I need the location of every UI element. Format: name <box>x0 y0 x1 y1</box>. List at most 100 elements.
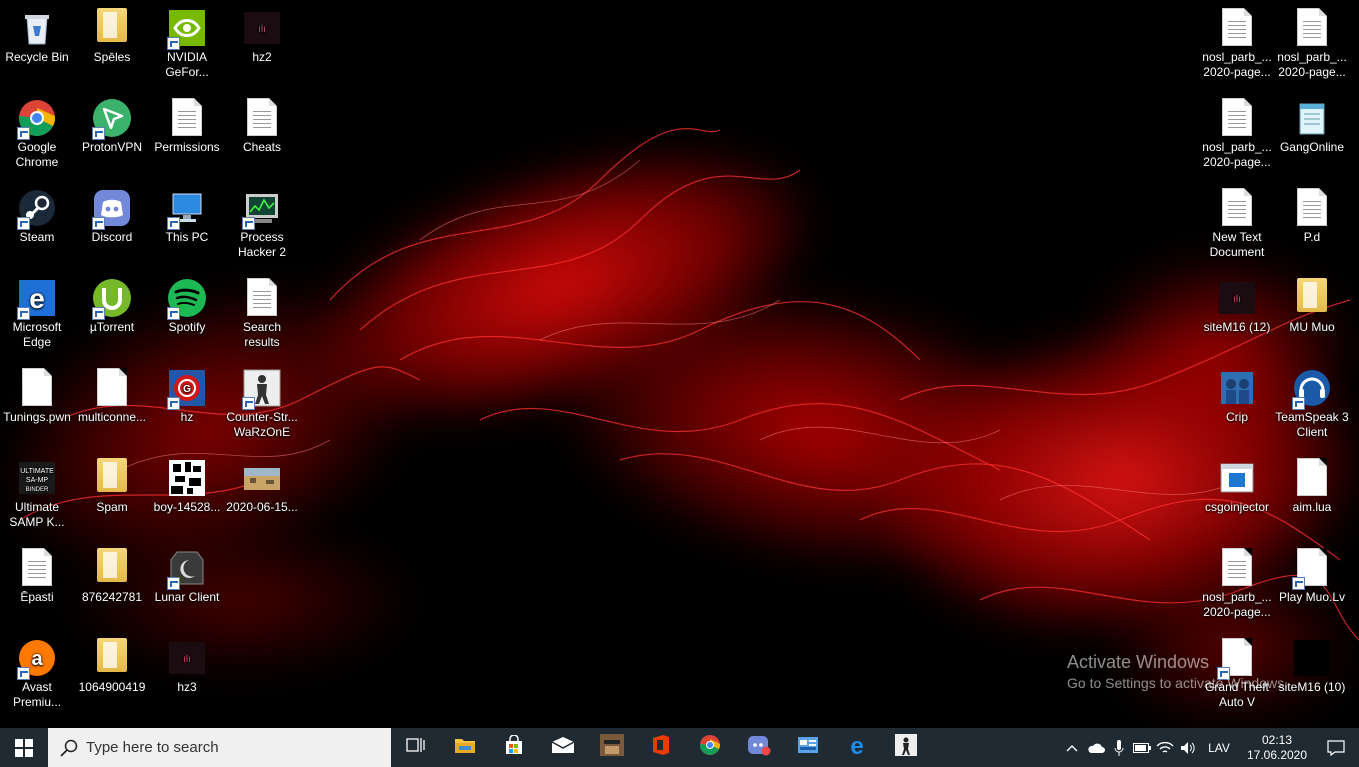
desktop-icon[interactable]: New Text Document <box>1200 182 1274 260</box>
document-page-icon <box>1292 8 1332 48</box>
desktop-icon[interactable]: aim.lua <box>1275 452 1349 515</box>
shortcut-arrow-icon <box>242 397 255 410</box>
desktop-icon[interactable]: ProtonVPN <box>75 92 149 155</box>
desktop-icon[interactable]: TeamSpeak 3 Client <box>1275 362 1349 440</box>
start-button[interactable] <box>0 728 48 767</box>
desktop-icon[interactable]: Google Chrome <box>0 92 74 170</box>
desktop-icon[interactable]: ULTIMATE SA-MP BINDER Ultimate SAMP K... <box>0 452 74 530</box>
taskbar-app-button[interactable] <box>783 728 832 767</box>
desktop-icon-label: MU Muo <box>1289 320 1335 334</box>
mail-icon <box>551 736 575 759</box>
desktop-icon[interactable]: 2020-06-15... <box>225 452 299 515</box>
text-document-icon <box>242 98 282 138</box>
desktop-icon[interactable]: Spam <box>75 452 149 515</box>
desktop-icon[interactable]: csgoinjector <box>1200 452 1274 515</box>
taskbar-app-button[interactable]: e <box>832 728 881 767</box>
task-view-icon <box>405 736 426 759</box>
chevron-up-icon <box>1066 744 1078 751</box>
edge-icon: e <box>846 733 868 761</box>
desktop-icon[interactable]: nosl_parb_... 2020-page... <box>1275 2 1349 80</box>
desktop-icon[interactable]: NVIDIA GeFor... <box>150 2 224 80</box>
desktop-icon-label: P.d <box>1303 230 1321 244</box>
desktop-icon[interactable]: boy-14528... <box>150 452 224 515</box>
desktop-icon[interactable]: Spēles <box>75 2 149 65</box>
desktop-icon[interactable]: ılı siteM16 (12) <box>1200 272 1274 335</box>
taskbar-app-button[interactable] <box>881 728 930 767</box>
desktop-icon[interactable]: Cheats <box>225 92 299 155</box>
taskbar-app-button[interactable] <box>685 728 734 767</box>
taskbar-app-button[interactable] <box>489 728 538 767</box>
input-language-button[interactable]: LAV <box>1203 728 1235 767</box>
desktop-icon[interactable]: This PC <box>150 182 224 245</box>
volume-button[interactable] <box>1176 728 1200 767</box>
taskbar-app-button[interactable] <box>538 728 587 767</box>
desktop[interactable]: Recycle Bin Spēles NVIDIA GeFor... ılı hz2 Go… <box>0 0 1359 728</box>
svg-text:BINDER: BINDER <box>26 487 49 493</box>
desktop-icon[interactable]: Search results <box>225 272 299 350</box>
desktop-icon[interactable]: Ēpasti <box>0 542 74 605</box>
desktop-icon[interactable]: Discord <box>75 182 149 245</box>
battery-button[interactable] <box>1130 728 1154 767</box>
desktop-icon[interactable]: ılı hz3 <box>150 632 224 695</box>
show-hidden-icons-button[interactable] <box>1060 728 1084 767</box>
desktop-icon[interactable]: µTorrent <box>75 272 149 335</box>
desktop-icon[interactable]: Ghz <box>150 362 224 425</box>
desktop-icon[interactable]: Tunings.pwn <box>0 362 74 425</box>
microphone-button[interactable] <box>1108 728 1130 767</box>
onedrive-button[interactable] <box>1084 728 1108 767</box>
speaker-icon <box>1181 741 1195 754</box>
desktop-icon[interactable]: Steam <box>0 182 74 245</box>
activation-watermark: Activate Windows Go to Settings to activ… <box>1067 652 1288 691</box>
microphone-icon <box>1114 739 1124 756</box>
taskbar-app-button[interactable] <box>734 728 783 767</box>
desktop-icon[interactable]: Process Hacker 2 <box>225 182 299 260</box>
text-document-icon <box>1292 188 1332 228</box>
microsoft-store-icon <box>503 734 525 760</box>
action-center-button[interactable] <box>1321 728 1351 767</box>
clock-button[interactable]: 02:13 17.06.2020 <box>1241 728 1313 767</box>
shortcut-arrow-icon <box>92 307 105 320</box>
desktop-icon[interactable]: Crip <box>1200 362 1274 425</box>
folder-icon <box>92 548 132 588</box>
file-explorer-icon <box>454 736 476 759</box>
shortcut-arrow-icon <box>17 217 30 230</box>
taskbar-app-button[interactable] <box>587 728 636 767</box>
search-box[interactable]: Type here to search <box>48 728 391 767</box>
desktop-icon[interactable]: nosl_parb_... 2020-page... <box>1200 542 1274 620</box>
desktop-icon-label: Steam <box>19 230 55 244</box>
desktop-icon[interactable]: Spotify <box>150 272 224 335</box>
desktop-icon-label: TeamSpeak 3 Client <box>1275 410 1349 439</box>
svg-text:ılı: ılı <box>183 654 191 665</box>
desktop-icon[interactable]: a Avast Premiu... <box>0 632 74 710</box>
desktop-icon[interactable]: GangOnline <box>1275 92 1349 155</box>
clock-time: 02:13 <box>1261 732 1293 747</box>
desktop-icon[interactable]: 876242781 <box>75 542 149 605</box>
document-page-icon <box>1217 548 1257 588</box>
desktop-icon-label: Search results <box>242 320 282 349</box>
taskbar-app-button[interactable] <box>440 728 489 767</box>
desktop-icon-label: nosl_parb_... 2020-page... <box>1202 140 1272 169</box>
text-document-icon <box>1217 188 1257 228</box>
counter-strike-icon <box>242 368 282 410</box>
taskbar-app-button[interactable] <box>636 728 685 767</box>
desktop-icon[interactable]: MU Muo <box>1275 272 1349 335</box>
desktop-icon[interactable]: Recycle Bin <box>0 2 74 65</box>
text-document-icon <box>242 278 282 318</box>
steam-icon <box>17 188 57 230</box>
desktop-icon[interactable]: e Microsoft Edge <box>0 272 74 350</box>
taskbar-app-button[interactable] <box>391 728 440 767</box>
desktop-icon[interactable]: P.d <box>1275 182 1349 245</box>
desktop-icon[interactable]: Lunar Client <box>150 542 224 605</box>
desktop-icon[interactable]: nosl_parb_... 2020-page... <box>1200 92 1274 170</box>
desktop-icon-label: GangOnline <box>1279 140 1345 154</box>
desktop-icon[interactable]: multiconne... <box>75 362 149 425</box>
desktop-icon[interactable]: Permissions <box>150 92 224 155</box>
desktop-icon[interactable]: nosl_parb_... 2020-page... <box>1200 2 1274 80</box>
desktop-icon[interactable]: ılı hz2 <box>225 2 299 65</box>
network-button[interactable] <box>1154 728 1176 767</box>
desktop-icon[interactable]: Counter-Str... WaRzOnE <box>225 362 299 440</box>
desktop-icon[interactable]: 1064900419 <box>75 632 149 695</box>
desktop-icon[interactable]: Play Muo.Lv <box>1275 542 1349 605</box>
clock-date: 17.06.2020 <box>1246 747 1308 762</box>
folder-icon <box>1292 278 1332 318</box>
